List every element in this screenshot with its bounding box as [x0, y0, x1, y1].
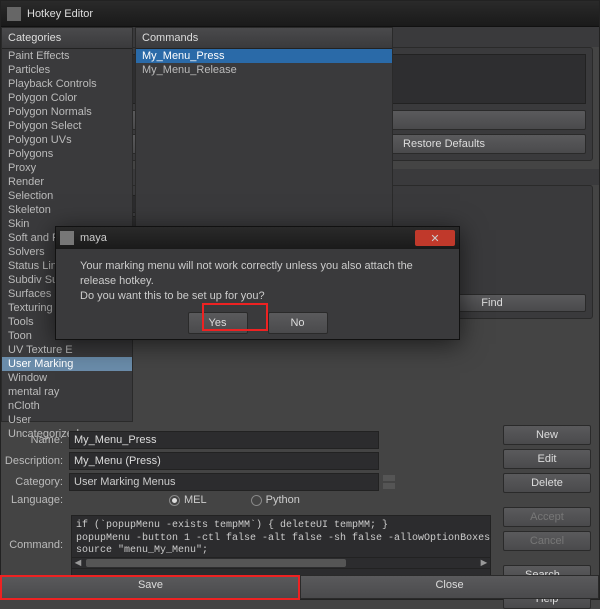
- cancel-button[interactable]: Cancel: [503, 531, 591, 551]
- commands-header: Commands: [136, 28, 392, 49]
- category-item[interactable]: Polygon Normals: [2, 105, 132, 119]
- command-label: Command:: [1, 539, 69, 551]
- category-item[interactable]: Polygon UVs: [2, 133, 132, 147]
- window-title: Hotkey Editor: [27, 8, 93, 20]
- mel-label: MEL: [184, 494, 207, 506]
- category-item[interactable]: Particles: [2, 63, 132, 77]
- confirm-dialog: maya ✕ Your marking menu will not work c…: [55, 226, 460, 340]
- category-select[interactable]: User Marking Menus: [69, 473, 379, 491]
- dialog-title: maya: [80, 232, 107, 244]
- category-item[interactable]: nCloth: [2, 399, 132, 413]
- dialog-body: Your marking menu will not work correctl…: [56, 249, 459, 344]
- close-button[interactable]: Close: [300, 575, 599, 599]
- yes-button[interactable]: Yes: [188, 312, 248, 335]
- edit-button[interactable]: Edit: [503, 449, 591, 469]
- scroll-thumb[interactable]: [86, 559, 346, 567]
- category-item[interactable]: mental ray: [2, 385, 132, 399]
- lang-label: Language:: [1, 494, 69, 506]
- new-button[interactable]: New: [503, 425, 591, 445]
- mel-radio[interactable]: [169, 495, 180, 506]
- delete-button[interactable]: Delete: [503, 473, 591, 493]
- command-code[interactable]: if (`popupMenu -exists tempMM`) { delete…: [71, 515, 491, 583]
- categories-panel: Categories Paint EffectsParticlesPlaybac…: [1, 27, 133, 422]
- category-item[interactable]: Proxy: [2, 161, 132, 175]
- category-item[interactable]: UV Texture E: [2, 343, 132, 357]
- save-button[interactable]: Save: [1, 575, 300, 599]
- app-icon: [7, 7, 21, 21]
- cat-label: Category:: [1, 476, 69, 488]
- category-item[interactable]: Polygon Color: [2, 91, 132, 105]
- category-value: User Marking Menus: [74, 476, 175, 488]
- category-item[interactable]: Render: [2, 175, 132, 189]
- desc-input[interactable]: [69, 452, 379, 470]
- name-input[interactable]: [69, 431, 379, 449]
- titlebar: Hotkey Editor: [1, 1, 599, 27]
- category-item[interactable]: Playback Controls: [2, 77, 132, 91]
- no-button[interactable]: No: [268, 312, 328, 335]
- dialog-msg-2: Do you want this to be set up for you?: [80, 289, 435, 304]
- bottom-bar: Save Close: [1, 575, 599, 599]
- accept-button[interactable]: Accept: [503, 507, 591, 527]
- category-item[interactable]: Polygons: [2, 147, 132, 161]
- name-label: Name:: [1, 434, 69, 446]
- command-item[interactable]: My_Menu_Release: [136, 63, 392, 77]
- python-label: Python: [266, 494, 300, 506]
- category-item[interactable]: User Marking: [2, 357, 132, 371]
- category-stepper[interactable]: [383, 475, 395, 489]
- command-item[interactable]: My_Menu_Press: [136, 49, 392, 63]
- scroll-left-icon[interactable]: ◄: [72, 557, 84, 569]
- dialog-msg-1: Your marking menu will not work correctl…: [80, 259, 435, 289]
- categories-header: Categories: [2, 28, 132, 49]
- dialog-icon: [60, 231, 74, 245]
- category-item[interactable]: Selection: [2, 189, 132, 203]
- close-icon: ✕: [430, 232, 439, 245]
- category-item[interactable]: Skeleton: [2, 203, 132, 217]
- code-scrollbar[interactable]: ◄ ►: [71, 557, 491, 569]
- category-item[interactable]: Paint Effects: [2, 49, 132, 63]
- scroll-right-icon[interactable]: ►: [478, 557, 490, 569]
- desc-label: Description:: [1, 455, 69, 467]
- category-item[interactable]: Window: [2, 371, 132, 385]
- commands-list[interactable]: My_Menu_PressMy_Menu_Release: [136, 49, 392, 77]
- dialog-close-button[interactable]: ✕: [415, 230, 455, 246]
- dialog-titlebar: maya ✕: [56, 227, 459, 249]
- category-item[interactable]: Polygon Select: [2, 119, 132, 133]
- python-radio[interactable]: [251, 495, 262, 506]
